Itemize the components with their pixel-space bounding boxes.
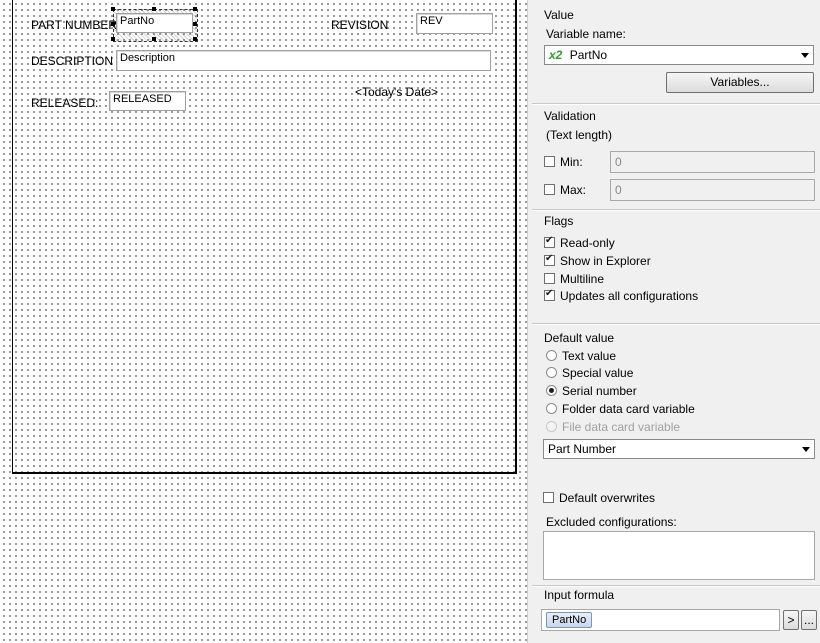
file-data-card-variable-radio [546, 421, 557, 432]
resize-handle[interactable] [111, 37, 115, 41]
show-in-explorer-checkbox[interactable] [544, 253, 555, 266]
variable-icon: x2 [549, 48, 563, 62]
resize-handle[interactable] [111, 7, 115, 11]
properties-panel: Value Variable name: x2 PartNo Variables… [527, 0, 820, 643]
min-field[interactable]: 0 [610, 151, 815, 173]
divider [532, 103, 820, 105]
excluded-configurations-list[interactable] [543, 531, 815, 580]
resize-handle[interactable] [152, 37, 156, 41]
updates-all-configurations-label: Updates all configurations [560, 289, 699, 303]
resize-handle[interactable] [152, 7, 156, 11]
input-formula-section-label: Input formula [544, 588, 615, 602]
special-value-radio[interactable] [546, 367, 557, 378]
serial-number-select-value: Part Number [548, 442, 617, 456]
max-label: Max: [560, 183, 587, 197]
variables-button[interactable]: Variables... [666, 72, 814, 93]
chevron-down-icon [802, 447, 810, 452]
todays-date-field[interactable]: <Today's Date> [355, 85, 438, 99]
text-length-label: (Text length) [546, 128, 613, 142]
released-label[interactable]: RELEASED: [31, 96, 98, 110]
divider [532, 323, 820, 325]
max-checkbox[interactable] [544, 184, 555, 195]
folder-data-card-variable-label: Folder data card variable [562, 402, 695, 416]
insert-variable-button[interactable]: > [783, 610, 799, 630]
revision-field[interactable]: REV [416, 13, 493, 34]
variable-name-label: Variable name: [546, 27, 626, 41]
min-checkbox[interactable] [544, 156, 555, 167]
folder-data-card-variable-radio[interactable] [546, 403, 557, 414]
resize-handle[interactable] [193, 7, 197, 11]
card-border [12, 0, 517, 474]
variable-name-value: PartNo [569, 48, 608, 62]
divider [532, 209, 820, 211]
card-design-canvas[interactable]: PART NUMBER PartNo REVISION REV DESCRIPT… [0, 0, 527, 643]
part-number-label[interactable]: PART NUMBER [31, 18, 117, 32]
value-section-label: Value [544, 8, 574, 22]
updates-all-configurations-checkbox[interactable] [544, 288, 555, 301]
file-data-card-variable-label: File data card variable [562, 420, 681, 434]
text-value-label: Text value [562, 349, 617, 363]
excluded-configurations-label: Excluded configurations: [546, 515, 677, 529]
description-label[interactable]: DESCRIPTION [31, 54, 113, 68]
validation-section-label: Validation [544, 109, 596, 123]
text-value-radio[interactable] [546, 350, 557, 361]
released-field[interactable]: RELEASED [109, 91, 186, 111]
special-value-label: Special value [562, 366, 634, 380]
read-only-label: Read-only [560, 236, 615, 250]
formula-token-chip[interactable]: PartNo [546, 612, 593, 628]
resize-handle[interactable] [111, 22, 115, 26]
serial-number-radio[interactable] [546, 385, 557, 396]
default-overwrites-label: Default overwrites [559, 491, 656, 505]
serial-number-label: Serial number [562, 384, 637, 398]
variable-name-select[interactable]: x2 PartNo [544, 45, 814, 65]
multiline-checkbox[interactable] [544, 273, 555, 284]
default-value-section-label: Default value [544, 331, 615, 345]
read-only-checkbox[interactable] [544, 235, 555, 248]
input-formula-field[interactable]: PartNo [541, 609, 780, 631]
resize-handle[interactable] [193, 37, 197, 41]
show-in-explorer-label: Show in Explorer [560, 254, 651, 268]
min-label: Min: [560, 155, 583, 169]
resize-handle[interactable] [193, 22, 197, 26]
multiline-label: Multiline [560, 272, 605, 286]
description-field[interactable]: Description [116, 50, 491, 71]
divider [532, 585, 820, 587]
chevron-down-icon [801, 53, 809, 58]
part-number-field[interactable]: PartNo [116, 13, 193, 33]
flags-section-label: Flags [544, 214, 574, 228]
default-overwrites-checkbox[interactable] [543, 492, 554, 503]
revision-label[interactable]: REVISION [331, 18, 388, 32]
serial-number-select[interactable]: Part Number [543, 439, 815, 459]
more-options-button[interactable]: ... [801, 610, 817, 630]
max-field[interactable]: 0 [610, 179, 815, 201]
